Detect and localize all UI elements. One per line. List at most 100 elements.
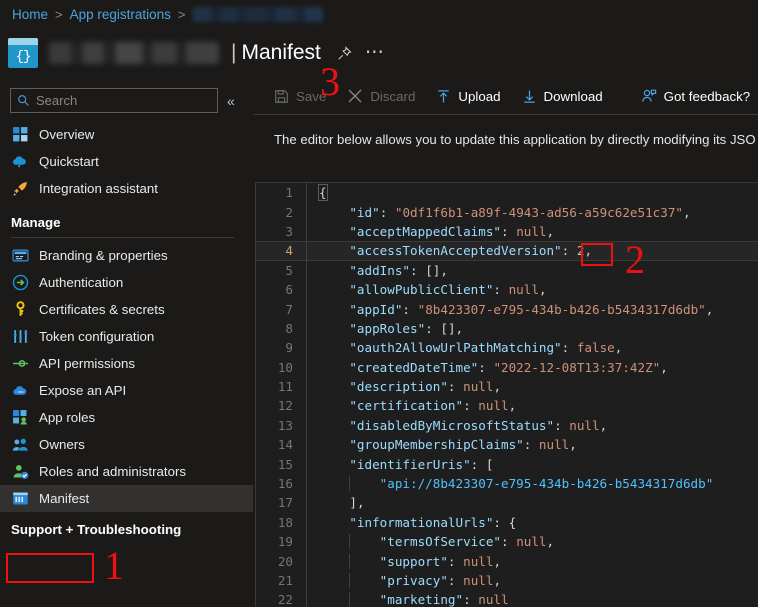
sidebar-item-certificates-secrets[interactable]: Certificates & secrets: [0, 296, 253, 323]
got-feedback-button[interactable]: Got feedback?: [641, 88, 751, 104]
json-editor-rows[interactable]: 1{2 "id": "0df1f6b1-a89f-4943-ad56-a59c6…: [256, 183, 758, 607]
editor-line-number: 1: [256, 185, 306, 200]
editor-line-code[interactable]: ],: [319, 495, 365, 510]
editor-line-number: 18: [256, 515, 306, 530]
sidebar-item-api-permissions[interactable]: API permissions: [0, 350, 253, 377]
editor-line[interactable]: 22 "marketing": null: [256, 590, 758, 607]
editor-gutter-edge: [306, 532, 319, 551]
editor-line-code[interactable]: "privacy": null,: [319, 573, 501, 588]
quickstart-cloud-icon: [11, 153, 29, 171]
editor-line[interactable]: 18 "informationalUrls": {: [256, 513, 758, 532]
editor-line-code[interactable]: "groupMembershipClaims": null,: [319, 437, 577, 452]
manifest-json-icon: {}: [8, 38, 38, 68]
editor-line-code[interactable]: "identifierUris": [: [319, 457, 493, 472]
editor-line[interactable]: 2 "id": "0df1f6b1-a89f-4943-ad56-a59c62e…: [256, 202, 758, 221]
sidebar-item-expose-an-api[interactable]: Expose an API: [0, 377, 253, 404]
json-editor[interactable]: 1{2 "id": "0df1f6b1-a89f-4943-ad56-a59c6…: [255, 182, 758, 607]
editor-line-number: 12: [256, 398, 306, 413]
sidebar-item-label: Expose an API: [39, 383, 126, 398]
sidebar-item-app-roles[interactable]: App roles: [0, 404, 253, 431]
upload-button[interactable]: Upload: [436, 89, 500, 104]
editor-line[interactable]: 12 "certification": null,: [256, 396, 758, 415]
sidebar-item-integration-assistant[interactable]: Integration assistant: [0, 175, 253, 202]
owners-people-icon: [11, 436, 29, 454]
editor-line[interactable]: 11 "description": null,: [256, 377, 758, 396]
editor-line-code[interactable]: "marketing": null: [319, 592, 509, 607]
editor-indent-guide: [349, 534, 350, 549]
editor-line[interactable]: 15 "identifierUris": [: [256, 454, 758, 473]
editor-line-code[interactable]: "termsOfService": null,: [319, 534, 554, 549]
sidebar-section-manage: Manage: [0, 202, 253, 230]
save-disk-icon: [274, 89, 289, 104]
save-button[interactable]: Save: [274, 89, 326, 104]
editor-line-code[interactable]: "acceptMappedClaims": null,: [319, 224, 554, 239]
editor-line-number: 20: [256, 554, 306, 569]
sidebar-item-label: Integration assistant: [39, 181, 158, 196]
editor-line[interactable]: 14 "groupMembershipClaims": null,: [256, 435, 758, 454]
sidebar-item-owners[interactable]: Owners: [0, 431, 253, 458]
editor-line-number: 6: [256, 282, 306, 297]
download-button[interactable]: Download: [522, 89, 603, 104]
editor-line-code[interactable]: "support": null,: [319, 554, 501, 569]
editor-line-code[interactable]: "certification": null,: [319, 398, 516, 413]
editor-line-code[interactable]: "createdDateTime": "2022-12-08T13:37:42Z…: [319, 360, 668, 375]
collapse-sidebar-button[interactable]: «: [227, 93, 235, 109]
search-icon: [17, 94, 30, 107]
editor-line[interactable]: 21 "privacy": null,: [256, 571, 758, 590]
editor-line-code[interactable]: "api://8b423307-e795-434b-b426-b5434317d…: [319, 476, 713, 491]
editor-line[interactable]: 4 "accessTokenAcceptedVersion": 2,: [256, 241, 758, 260]
editor-line[interactable]: 6 "allowPublicClient": null,: [256, 280, 758, 299]
editor-indent-guide: [349, 554, 350, 569]
search-box[interactable]: [10, 88, 218, 113]
breadcrumb-item-app-name-redacted[interactable]: [193, 7, 323, 22]
editor-line-number: 22: [256, 592, 306, 607]
editor-line-number: 9: [256, 340, 306, 355]
editor-line[interactable]: 17 ],: [256, 493, 758, 512]
sidebar-item-quickstart[interactable]: Quickstart: [0, 148, 253, 175]
sidebar-item-token-configuration[interactable]: Token configuration: [0, 323, 253, 350]
editor-gutter-edge: [306, 299, 319, 318]
editor-line-code[interactable]: "id": "0df1f6b1-a89f-4943-ad56-a59c62e51…: [319, 205, 691, 220]
editor-line-code[interactable]: "description": null,: [319, 379, 501, 394]
editor-line[interactable]: 7 "appId": "8b423307-e795-434b-b426-b543…: [256, 299, 758, 318]
editor-line-number: 11: [256, 379, 306, 394]
editor-line-code[interactable]: "allowPublicClient": null,: [319, 282, 547, 297]
sidebar-item-label: API permissions: [39, 356, 135, 371]
editor-line[interactable]: 20 "support": null,: [256, 551, 758, 570]
editor-line-code[interactable]: "appRoles": [],: [319, 321, 463, 336]
manifest-json-icon-glyph: {}: [8, 45, 38, 68]
sidebar-item-authentication[interactable]: Authentication: [0, 269, 253, 296]
toolbar-button-label: Download: [544, 89, 603, 104]
editor-line[interactable]: 13 "disabledByMicrosoftStatus": null,: [256, 416, 758, 435]
editor-line[interactable]: 10 "createdDateTime": "2022-12-08T13:37:…: [256, 358, 758, 377]
breadcrumb: Home > App registrations >: [0, 0, 758, 28]
discard-button[interactable]: Discard: [347, 88, 415, 104]
azure-portal-manifest-page: Home > App registrations > {} | Manifest…: [0, 0, 758, 607]
editor-line-code[interactable]: "accessTokenAcceptedVersion": 2,: [319, 243, 592, 258]
sidebar-item-branding-properties[interactable]: Branding & properties: [0, 242, 253, 269]
sidebar-item-label: Branding & properties: [39, 248, 168, 263]
editor-line[interactable]: 1{: [256, 183, 758, 202]
editor-line[interactable]: 8 "appRoles": [],: [256, 319, 758, 338]
search-input[interactable]: [36, 93, 212, 108]
editor-line[interactable]: 16 "api://8b423307-e795-434b-b426-b54343…: [256, 474, 758, 493]
sidebar-item-roles-and-administrators[interactable]: Roles and administrators: [0, 458, 253, 485]
editor-line[interactable]: 3 "acceptMappedClaims": null,: [256, 222, 758, 241]
editor-line-code[interactable]: "oauth2AllowUrlPathMatching": false,: [319, 340, 622, 355]
editor-gutter-edge: [306, 183, 319, 202]
sidebar-item-overview[interactable]: Overview: [0, 121, 253, 148]
editor-line[interactable]: 9 "oauth2AllowUrlPathMatching": false,: [256, 338, 758, 357]
sidebar-item-manifest[interactable]: Manifest: [0, 485, 253, 512]
editor-line-code[interactable]: "addIns": [],: [319, 263, 448, 278]
editor-line-code[interactable]: "appId": "8b423307-e795-434b-b426-b54343…: [319, 302, 713, 317]
breadcrumb-item-home[interactable]: Home: [12, 7, 48, 22]
editor-gutter-edge: [306, 590, 319, 607]
breadcrumb-separator: >: [55, 7, 63, 22]
more-options-icon[interactable]: ⋯: [365, 49, 385, 57]
editor-line-code[interactable]: "disabledByMicrosoftStatus": null,: [319, 418, 607, 433]
editor-line[interactable]: 5 "addIns": [],: [256, 261, 758, 280]
editor-line[interactable]: 19 "termsOfService": null,: [256, 532, 758, 551]
editor-line-code[interactable]: "informationalUrls": {: [319, 515, 516, 530]
editor-line-code[interactable]: {: [319, 185, 327, 200]
breadcrumb-item-app-registrations[interactable]: App registrations: [70, 7, 171, 22]
